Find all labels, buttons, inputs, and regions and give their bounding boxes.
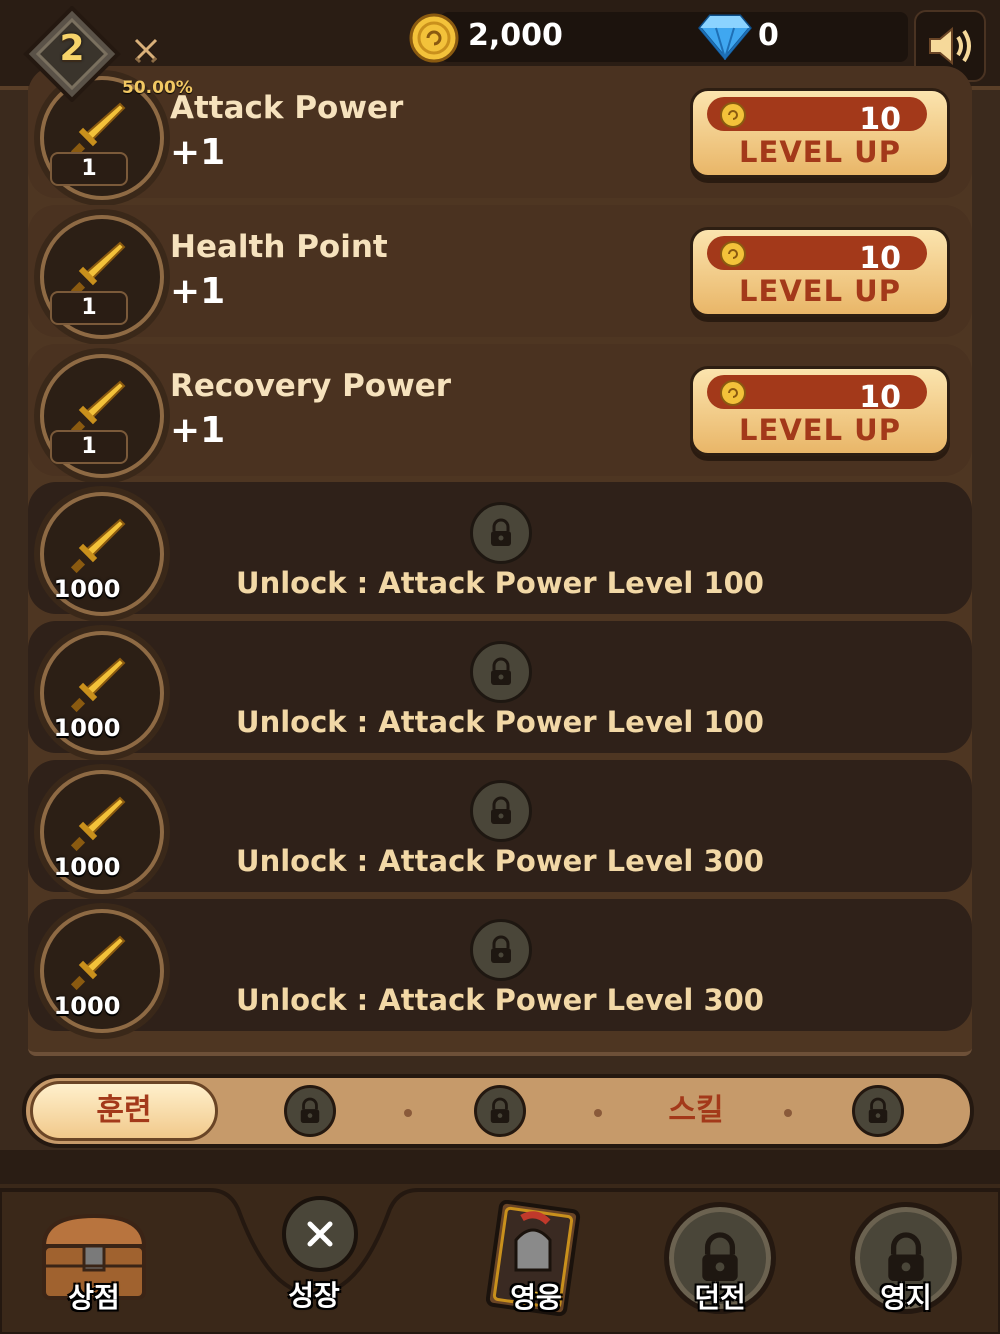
crossed-swords-icon [132,36,160,68]
upgrade-value: +1 [170,132,226,173]
cost-value: 10 [859,241,901,276]
cost-pill: 10 [707,375,927,415]
close-icon [282,1196,358,1272]
upgrade-level: 1 [50,152,128,186]
level-up-label: LEVEL UP [739,135,901,169]
nav-label: 상점 [68,1281,120,1314]
lock-icon [470,919,532,981]
level-up-label: LEVEL UP [739,274,901,308]
cost-pill: 10 [707,97,927,137]
cost-value: 10 [859,102,901,137]
gold-coin-icon [408,12,460,68]
upgrade-row-recovery-power: 1 Recovery Power +1 10 LEVEL UP [28,344,972,478]
category-tab-bar: 훈련 스킬 [22,1074,974,1148]
xp-percent: 50.00% [122,78,193,98]
upgrade-value: +1 [170,410,226,451]
lock-icon [470,502,532,564]
player-level: 2 [59,28,85,69]
lock-icon [490,1097,510,1123]
tab-locked-1[interactable] [284,1085,336,1137]
gem-amount: 0 [758,18,779,53]
cost-pill: 10 [707,236,927,276]
gold-amount: 2,000 [468,18,563,53]
level-up-button-recovery-power[interactable]: 10 LEVEL UP [690,366,950,456]
upgrade-title: Health Point [170,229,388,265]
lock-icon [470,780,532,842]
sword-icon [70,102,126,158]
upgrade-level: 1 [50,291,128,325]
nav-hero[interactable]: ★★★ 영웅 [456,1196,616,1334]
upgrade-title: Attack Power [170,90,404,126]
sword-icon [70,241,126,297]
tab-separator-dot [404,1109,412,1117]
nav-label: 성장 [288,1279,340,1312]
nav-shop[interactable]: 상점 [14,1196,174,1334]
tab-skill[interactable]: 스킬 [646,1078,746,1144]
locked-row: 1000 Unlock : Attack Power Level 300 [28,760,972,894]
gold-coin-icon [720,380,746,406]
locked-row: 1000 Unlock : Attack Power Level 100 [28,621,972,755]
gold-coin-icon [720,241,746,267]
nav-growth[interactable]: 성장 [234,1196,394,1334]
tab-separator-dot [594,1109,602,1117]
upgrade-row-health-point: 1 Health Point +1 10 LEVEL UP [28,205,972,339]
level-up-label: LEVEL UP [739,413,901,447]
locked-row: 1000 Unlock : Attack Power Level 100 [28,482,972,616]
cost-value: 10 [859,380,901,415]
lock-icon [868,1097,888,1123]
nav-label: 영지 [880,1281,932,1314]
lock-icon [470,641,532,703]
upgrade-title: Recovery Power [170,368,452,404]
sword-icon [70,380,126,436]
unlock-requirement: Unlock : Attack Power Level 300 [236,844,764,878]
tab-locked-2[interactable] [474,1085,526,1137]
unlock-requirement: Unlock : Attack Power Level 100 [236,705,764,739]
tab-locked-3[interactable] [852,1085,904,1137]
diamond-icon [698,14,752,64]
unlock-requirement: Unlock : Attack Power Level 300 [236,983,764,1017]
player-level-badge[interactable]: 2 [22,6,122,102]
level-up-button-health-point[interactable]: 10 LEVEL UP [690,227,950,317]
unlock-requirement: Unlock : Attack Power Level 100 [236,566,764,600]
level-up-button-attack-power[interactable]: 10 LEVEL UP [690,88,950,178]
nav-label: 영웅 [510,1281,562,1314]
lock-icon [300,1097,320,1123]
upgrade-level: 1 [50,430,128,464]
tab-separator-dot [784,1109,792,1117]
upgrade-value: +1 [170,271,226,312]
speaker-icon [929,26,971,66]
locked-row: 1000 Unlock : Attack Power Level 300 [28,899,972,1033]
tab-training[interactable]: 훈련 [30,1081,218,1141]
nav-dungeon[interactable]: 던전 [640,1196,800,1334]
nav-label: 던전 [694,1281,746,1314]
nav-territory[interactable]: 영지 [826,1196,986,1334]
gold-coin-icon [720,102,746,128]
